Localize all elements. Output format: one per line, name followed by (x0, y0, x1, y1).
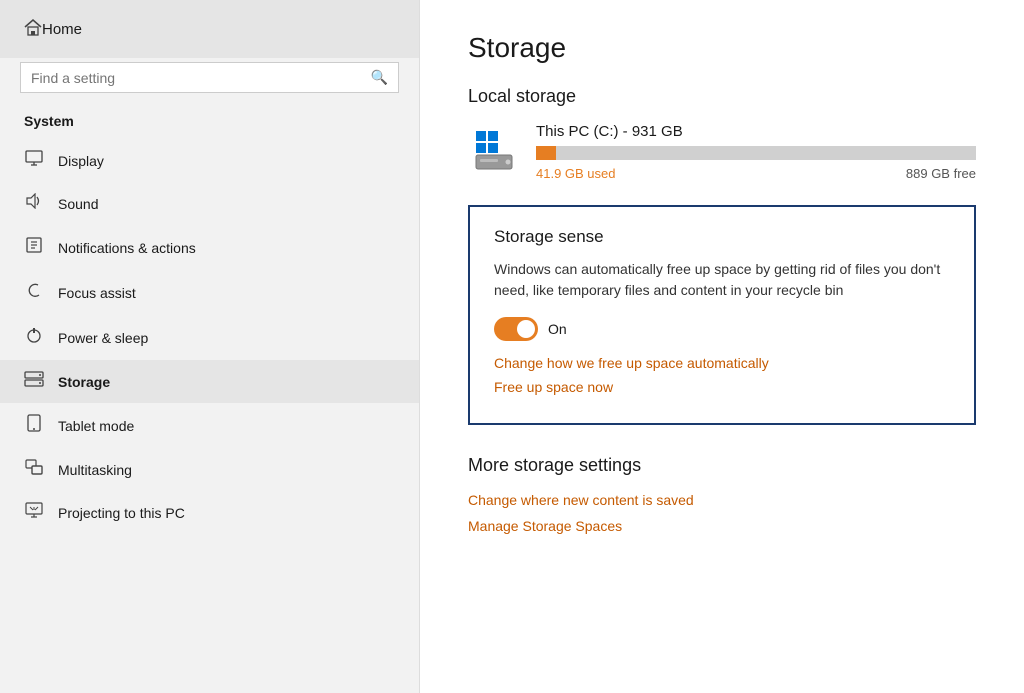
page-title: Storage (468, 32, 976, 64)
local-storage-title: Local storage (468, 86, 976, 107)
sidebar-item-focus[interactable]: Focus assist (0, 270, 419, 315)
tablet-icon (24, 414, 44, 437)
sidebar-item-storage-label: Storage (58, 374, 110, 390)
sidebar-item-tablet[interactable]: Tablet mode (0, 403, 419, 448)
drive-name: This PC (C:) - 931 GB (536, 123, 976, 140)
sidebar-item-power[interactable]: Power & sleep (0, 315, 419, 360)
projecting-icon (24, 502, 44, 523)
storage-used: 41.9 GB used (536, 166, 616, 181)
sense-desc: Windows can automatically free up space … (494, 259, 950, 301)
search-icon: 🔍 (371, 69, 388, 86)
toggle-label: On (548, 321, 567, 337)
sidebar-item-focus-label: Focus assist (58, 285, 136, 301)
sidebar-item-notifications-label: Notifications & actions (58, 240, 196, 256)
sidebar-section-system: System (0, 107, 419, 139)
sidebar-item-sound[interactable]: Sound (0, 182, 419, 225)
focus-icon (24, 281, 44, 304)
sidebar: Home 🔍 System Display Sound Notification… (0, 0, 420, 693)
storage-bar (536, 146, 976, 160)
home-icon (24, 18, 42, 40)
storage-bar-fill (536, 146, 556, 160)
more-storage-title: More storage settings (468, 455, 976, 476)
multitasking-icon (24, 459, 44, 480)
sidebar-item-power-label: Power & sleep (58, 330, 148, 346)
sidebar-item-display-label: Display (58, 153, 104, 169)
sidebar-item-tablet-label: Tablet mode (58, 418, 134, 434)
toggle-row: On (494, 317, 950, 341)
sidebar-item-sound-label: Sound (58, 196, 98, 212)
search-box[interactable]: 🔍 (20, 62, 399, 93)
sound-icon (24, 193, 44, 214)
sense-link-1[interactable]: Change how we free up space automaticall… (494, 355, 950, 371)
drive-item: This PC (C:) - 931 GB 41.9 GB used 889 G… (468, 123, 976, 181)
search-input[interactable] (31, 70, 371, 86)
sidebar-item-home[interactable]: Home (0, 0, 419, 58)
home-label: Home (42, 21, 82, 38)
storage-free: 889 GB free (906, 166, 976, 181)
main-content: Storage Local storage This PC (C:) - 931… (420, 0, 1024, 693)
sidebar-item-display[interactable]: Display (0, 139, 419, 182)
sidebar-item-multitasking-label: Multitasking (58, 462, 132, 478)
storage-sense-toggle[interactable] (494, 317, 538, 341)
more-link-1[interactable]: Change where new content is saved (468, 492, 976, 508)
storage-sense-box: Storage sense Windows can automatically … (468, 205, 976, 425)
sidebar-item-notifications[interactable]: Notifications & actions (0, 225, 419, 270)
drive-icon (468, 123, 520, 175)
storage-details: 41.9 GB used 889 GB free (536, 166, 976, 181)
sidebar-item-multitasking[interactable]: Multitasking (0, 448, 419, 491)
drive-info: This PC (C:) - 931 GB 41.9 GB used 889 G… (536, 123, 976, 181)
notifications-icon (24, 236, 44, 259)
sidebar-item-projecting[interactable]: Projecting to this PC (0, 491, 419, 534)
storage-icon (24, 371, 44, 392)
sense-link-2[interactable]: Free up space now (494, 379, 950, 395)
more-link-2[interactable]: Manage Storage Spaces (468, 518, 976, 534)
sense-title: Storage sense (494, 227, 950, 247)
display-icon (24, 150, 44, 171)
toggle-knob (517, 320, 535, 338)
sidebar-item-projecting-label: Projecting to this PC (58, 505, 185, 521)
sidebar-item-storage[interactable]: Storage (0, 360, 419, 403)
power-icon (24, 326, 44, 349)
